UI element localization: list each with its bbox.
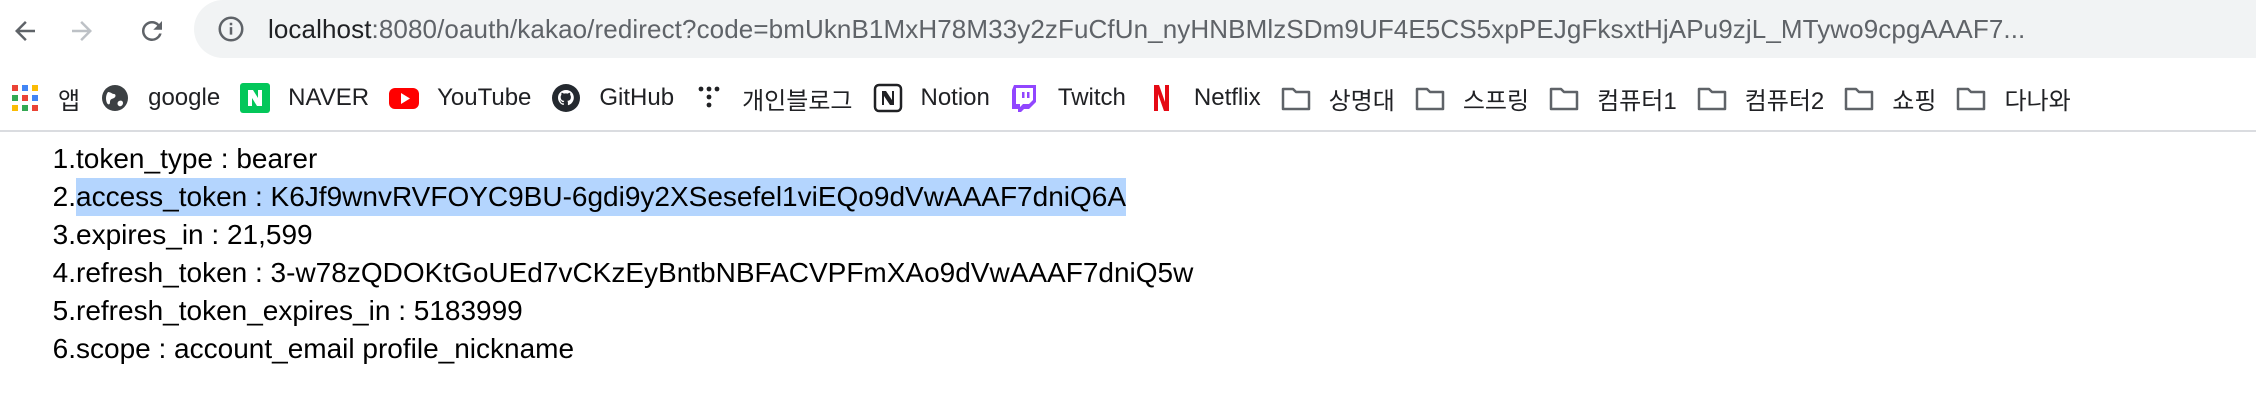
toolbar-divider xyxy=(0,130,2256,132)
folder-icon xyxy=(1281,83,1311,113)
bookmark-github[interactable]: GitHub xyxy=(541,76,684,120)
bookmark-label: Netflix xyxy=(1193,84,1261,111)
globe-icon xyxy=(100,83,130,113)
bookmark-folder-computer2[interactable]: 컴퓨터2 xyxy=(1687,76,1835,120)
folder-icon xyxy=(1844,83,1874,113)
bookmark-label: 쇼핑 xyxy=(1892,87,1937,115)
arrow-left-icon xyxy=(15,21,35,41)
dots-icon xyxy=(694,83,724,113)
youtube-icon xyxy=(389,83,420,113)
bookmark-naver[interactable]: NAVER xyxy=(230,76,379,120)
url-text[interactable]: localhost:8080/oauth/kakao/redirect?code… xyxy=(268,14,2025,45)
bookmark-apps[interactable]: 앱 xyxy=(0,76,90,120)
expires-in-text: expires_in : 21,599 xyxy=(76,219,313,250)
bookmark-label: google xyxy=(148,84,221,111)
list-number: 2. xyxy=(52,181,76,212)
bookmark-youtube[interactable]: YouTube xyxy=(379,76,541,120)
bookmark-folder-danawa[interactable]: 다나와 xyxy=(1946,76,2080,120)
bookmark-label: 다나와 xyxy=(2004,87,2071,115)
arrow-right-icon xyxy=(72,21,92,41)
bookmark-label: 스프링 xyxy=(1462,87,1530,115)
list-item: 5. refresh_token_expires_in : 5183999 xyxy=(0,292,2256,330)
url-host: localhost xyxy=(268,13,372,44)
notion-icon xyxy=(873,83,903,113)
naver-icon xyxy=(240,83,271,113)
bookmark-label: YouTube xyxy=(437,84,532,111)
list-number: 4. xyxy=(52,257,76,288)
bookmark-google[interactable]: google xyxy=(90,76,230,120)
bookmark-label: GitHub xyxy=(599,84,675,111)
access-token-text: access_token : K6Jf9wnvRVFOYC9BU-6gdi9y2… xyxy=(76,178,1127,216)
bookmark-folder-shopping[interactable]: 쇼핑 xyxy=(1834,76,1946,120)
list-item: 6. scope : account_email profile_nicknam… xyxy=(0,330,2256,368)
bookmark-label: 개인블로그 xyxy=(742,87,853,115)
folder-icon xyxy=(1549,83,1579,113)
folder-icon xyxy=(1697,83,1727,113)
list-item: 2. access_token : K6Jf9wnvRVFOYC9BU-6gdi… xyxy=(0,178,2256,216)
bookmark-twitch[interactable]: Twitch xyxy=(1000,76,1136,120)
list-item: 4. refresh_token : 3-w78zQDOKtGoUEd7vCKz… xyxy=(0,254,2256,292)
apps-grid-icon xyxy=(10,83,40,113)
reload-button[interactable] xyxy=(130,9,174,53)
bookmark-folder-spring[interactable]: 스프링 xyxy=(1405,76,1539,120)
scope-text: scope : account_email profile_nickname xyxy=(76,333,575,364)
bookmark-label: 상명대 xyxy=(1328,87,1395,115)
bookmark-label: 컴퓨터2 xyxy=(1744,87,1825,115)
bookmark-label: 앱 xyxy=(58,87,81,115)
github-icon xyxy=(551,83,581,113)
bookmark-label: 컴퓨터1 xyxy=(1597,87,1677,115)
reload-icon xyxy=(141,20,162,41)
netflix-icon xyxy=(1146,83,1176,113)
url-path: :8080/oauth/kakao/redirect?code=bmUknB1M… xyxy=(371,13,2026,44)
folder-icon xyxy=(1956,83,1986,113)
bookmark-blog[interactable]: 개인블로그 xyxy=(684,76,862,120)
bookmark-label: NAVER xyxy=(288,84,370,111)
bookmark-label: Twitch xyxy=(1057,84,1126,111)
bookmark-folder-computer1[interactable]: 컴퓨터1 xyxy=(1539,76,1687,120)
address-bar[interactable]: localhost:8080/oauth/kakao/redirect?code… xyxy=(194,0,2256,58)
forward-button[interactable] xyxy=(60,9,104,53)
list-number: 6. xyxy=(52,333,76,364)
bookmark-notion[interactable]: Notion xyxy=(863,76,1000,120)
bookmark-label: Notion xyxy=(920,84,990,111)
browser-toolbar: localhost:8080/oauth/kakao/redirect?code… xyxy=(0,0,2256,60)
bookmark-folder-sangmyung[interactable]: 상명대 xyxy=(1271,76,1405,120)
token-list: 1. token_type : bearer 2. access_token :… xyxy=(0,140,2256,368)
refresh-token-expires-text: refresh_token_expires_in : 5183999 xyxy=(76,295,523,326)
twitch-icon xyxy=(1010,83,1040,113)
list-item: 1. token_type : bearer xyxy=(0,140,2256,178)
bookmark-netflix[interactable]: Netflix xyxy=(1136,76,1271,120)
site-info-icon[interactable] xyxy=(214,12,248,46)
list-number: 1. xyxy=(52,143,76,174)
list-number: 3. xyxy=(52,219,76,250)
list-item: 3. expires_in : 21,599 xyxy=(0,216,2256,254)
folder-icon xyxy=(1415,83,1445,113)
back-button[interactable] xyxy=(3,9,47,53)
token-type-text: token_type : bearer xyxy=(76,143,318,174)
refresh-token-text: refresh_token : 3-w78zQDOKtGoUEd7vCKzEyB… xyxy=(76,257,1194,288)
bookmarks-bar: 앱 google NAVER YouTube GitHub 개인블로그 Noti… xyxy=(0,76,2256,120)
list-number: 5. xyxy=(52,295,76,326)
page-content: 1. token_type : bearer 2. access_token :… xyxy=(0,140,2256,368)
